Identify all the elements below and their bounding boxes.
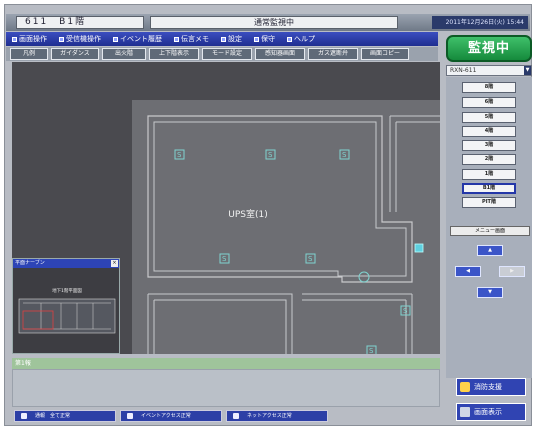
fire-support-label: 消防支援 <box>474 383 502 391</box>
menu-icon <box>221 36 226 42</box>
menu-label: 伝言メモ <box>181 35 209 43</box>
mode-setting-button[interactable]: モード設定 <box>202 48 252 60</box>
menu-label: 受信機操作 <box>66 35 101 43</box>
chevron-down-icon[interactable]: ▼ <box>524 66 531 75</box>
fire-support-button[interactable]: 消防支援 <box>456 378 526 396</box>
status-icon <box>127 413 133 419</box>
menu-icon <box>254 36 259 42</box>
status-label: ネットアクセス正常 <box>247 413 292 419</box>
screen-display-label: 画面表示 <box>474 408 502 416</box>
sensor-glyph: S <box>369 347 374 354</box>
sensor-glyph: S <box>177 151 182 159</box>
info-title-bar: 第1報 <box>12 358 440 369</box>
floor-button[interactable]: 5階 <box>462 112 516 123</box>
sensor-glyph: S <box>268 151 273 159</box>
info-area <box>12 369 440 407</box>
minimap-window: 地下1階平面図 <box>12 258 120 354</box>
clock: 2011年12月26日(火) 15:44 <box>432 16 528 29</box>
menu-screen-ops[interactable]: 画面操作 <box>12 34 47 44</box>
floor-button[interactable]: 3階 <box>462 140 516 151</box>
room-label: UPS室(1) <box>228 208 267 220</box>
minimap-label: 地下1階平面図 <box>52 287 82 294</box>
monitoring-badge: 監視中 <box>446 35 532 62</box>
screen-menu-label: メニュー画面 <box>450 226 530 236</box>
sensor-glyph: S <box>403 307 408 315</box>
sensor-glyph: S <box>342 151 347 159</box>
monitor-icon <box>460 407 470 417</box>
menu-memo[interactable]: 伝言メモ <box>174 34 209 44</box>
menu-maintenance[interactable]: 保守 <box>254 34 275 44</box>
menu-icon <box>287 36 292 42</box>
status-event: イベントアクセス正常 <box>120 410 222 422</box>
camera-right-button[interactable]: ▶ <box>499 266 525 277</box>
menu-label: 設定 <box>228 35 242 43</box>
camera-up-button[interactable]: ▲ <box>477 245 503 256</box>
menu-label: 画面操作 <box>19 35 47 43</box>
menu-label: 保守 <box>261 35 275 43</box>
guidance-button[interactable]: ガイダンス <box>51 48 99 60</box>
legend-button[interactable]: 凡例 <box>10 48 48 60</box>
floor-button[interactable]: PIT階 <box>462 197 516 208</box>
menu-label: イベント履歴 <box>120 35 162 43</box>
floor-button[interactable]: 4階 <box>462 126 516 137</box>
camera-down-button[interactable]: ▼ <box>477 287 503 298</box>
menu-icon <box>59 36 64 42</box>
menu-receiver-ops[interactable]: 受信機操作 <box>59 34 101 44</box>
floor-button[interactable]: 2階 <box>462 154 516 165</box>
status-label: イベントアクセス正常 <box>141 413 191 419</box>
toolbar: 凡例 ガイダンス 出火階 上下階表示 モード設定 感知器画面 ガス遮断弁 画面コ… <box>6 47 438 61</box>
menu-icon <box>12 36 17 42</box>
floor-button-selected[interactable]: B1階 <box>462 183 516 194</box>
screen-copy-button[interactable]: 画面コピー <box>361 48 409 60</box>
sensor-glyph: S <box>308 255 313 263</box>
menu-event-history[interactable]: イベント履歴 <box>113 34 162 44</box>
sensor-glyph: S <box>222 255 227 263</box>
camera-left-button[interactable]: ◀ <box>455 266 481 277</box>
gas-valve-button[interactable]: ガス遮断弁 <box>308 48 358 60</box>
minimap-drawing: 地下1階平面図 <box>18 287 116 334</box>
minimap-title: 平面ナーブン <box>13 259 119 268</box>
floor-button[interactable]: 6階 <box>462 97 516 108</box>
menu-bar: 画面操作 受信機操作 イベント履歴 伝言メモ 設定 保守 ヘルプ <box>6 32 438 46</box>
status-icon <box>233 413 239 419</box>
menu-label: ヘルプ <box>294 35 315 43</box>
unit-select[interactable]: RXN-611 <box>446 65 532 76</box>
fire-support-icon <box>460 382 470 392</box>
menu-icon <box>113 36 118 42</box>
status-icon <box>21 413 27 419</box>
floor-button[interactable]: 8階 <box>462 82 516 93</box>
close-icon[interactable]: × <box>111 260 118 267</box>
status-label: 通報 全て正常 <box>35 413 71 419</box>
monitor-mode-indicator: 通常監視中 <box>150 16 398 29</box>
status-report: 通報 全て正常 <box>14 410 116 422</box>
menu-settings[interactable]: 設定 <box>221 34 242 44</box>
menu-icon <box>174 36 179 42</box>
screen-display-button[interactable]: 画面表示 <box>456 403 526 421</box>
fire-floor-button[interactable]: 出火階 <box>102 48 146 60</box>
status-network: ネットアクセス正常 <box>226 410 328 422</box>
menu-help[interactable]: ヘルプ <box>287 34 315 44</box>
updown-floor-button[interactable]: 上下階表示 <box>149 48 199 60</box>
detector-screen-button[interactable]: 感知器画面 <box>255 48 305 60</box>
room-indicator: 611 B1階 <box>16 16 144 29</box>
floor-button[interactable]: 1階 <box>462 169 516 180</box>
device-marker-icon[interactable] <box>414 243 424 253</box>
